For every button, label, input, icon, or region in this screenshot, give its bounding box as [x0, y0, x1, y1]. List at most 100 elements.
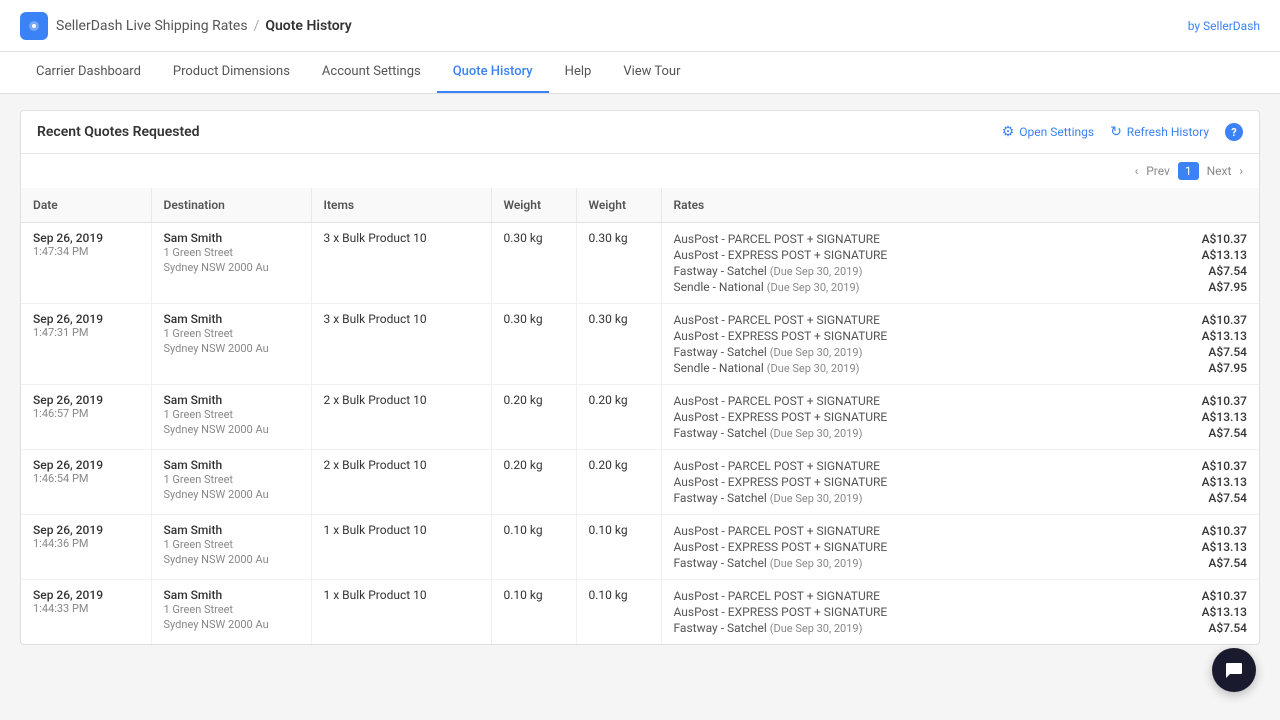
rate-due: (Due Sep 30, 2019): [770, 492, 863, 505]
app-name: SellerDash Live Shipping Rates: [56, 18, 248, 34]
cell-destination: Sam Smith1 Green StreetSydney NSW 2000 A…: [151, 450, 311, 515]
pagination: ‹ Prev 1 Next ›: [21, 154, 1259, 188]
date-value: Sep 26, 2019: [33, 231, 139, 245]
card-actions: ⚙ Open Settings ↻ Refresh History ?: [1002, 123, 1243, 141]
rate-name: Fastway - Satchel (Due Sep 30, 2019): [674, 264, 863, 278]
nav-product-dimensions[interactable]: Product Dimensions: [157, 52, 306, 93]
cell-date: Sep 26, 20191:47:31 PM: [21, 304, 151, 385]
date-value: Sep 26, 2019: [33, 458, 139, 472]
rate-line: AusPost - EXPRESS POST + SIGNATUREA$13.1…: [674, 328, 1248, 344]
rate-name: AusPost - EXPRESS POST + SIGNATURE: [674, 605, 888, 619]
dest-address: 1 Green StreetSydney NSW 2000 Au: [164, 537, 299, 568]
rate-line: AusPost - EXPRESS POST + SIGNATUREA$13.1…: [674, 409, 1248, 425]
rate-due: (Due Sep 30, 2019): [770, 346, 863, 359]
rate-price: A$10.37: [1187, 313, 1247, 327]
rate-price: A$7.95: [1187, 361, 1247, 375]
nav: Carrier Dashboard Product Dimensions Acc…: [0, 52, 1280, 94]
table-row: Sep 26, 20191:44:33 PMSam Smith1 Green S…: [21, 580, 1259, 645]
rate-name: AusPost - PARCEL POST + SIGNATURE: [674, 394, 880, 408]
cell-items: 3 x Bulk Product 10: [311, 223, 491, 304]
cell-weight: 0.20 kg: [576, 450, 661, 515]
table-row: Sep 26, 20191:47:31 PMSam Smith1 Green S…: [21, 304, 1259, 385]
refresh-icon: ↻: [1110, 124, 1122, 140]
help-button[interactable]: ?: [1225, 123, 1243, 141]
card-title: Recent Quotes Requested: [37, 124, 200, 140]
cell-destination: Sam Smith1 Green StreetSydney NSW 2000 A…: [151, 385, 311, 450]
nav-carrier-dashboard[interactable]: Carrier Dashboard: [20, 52, 157, 93]
cell-rates: AusPost - PARCEL POST + SIGNATUREA$10.37…: [661, 515, 1259, 580]
time-value: 1:47:31 PM: [33, 326, 139, 339]
rate-line: AusPost - EXPRESS POST + SIGNATUREA$13.1…: [674, 474, 1248, 490]
rate-price: A$7.54: [1187, 426, 1247, 440]
rate-price: A$7.54: [1187, 556, 1247, 570]
dest-name: Sam Smith: [164, 231, 299, 245]
cell-items: 2 x Bulk Product 10: [311, 450, 491, 515]
time-value: 1:47:34 PM: [33, 245, 139, 258]
cell-items: 3 x Bulk Product 10: [311, 304, 491, 385]
nav-quote-history[interactable]: Quote History: [437, 52, 549, 93]
next-label[interactable]: Next: [1207, 164, 1232, 178]
prev-button[interactable]: ‹: [1135, 164, 1139, 178]
rate-due: (Due Sep 30, 2019): [767, 362, 860, 375]
cell-date: Sep 26, 20191:46:57 PM: [21, 385, 151, 450]
rate-price: A$13.13: [1187, 248, 1247, 262]
rate-name: AusPost - EXPRESS POST + SIGNATURE: [674, 410, 888, 424]
rate-line: Fastway - Satchel (Due Sep 30, 2019) A$7.…: [674, 425, 1248, 441]
table-row: Sep 26, 20191:46:54 PM Sam Smith1 Green S…: [21, 450, 1259, 515]
header-left: SellerDash Live Shipping Rates / Quote H…: [20, 12, 352, 40]
next-button[interactable]: ›: [1239, 164, 1243, 178]
cell-date: Sep 26, 20191:47:34 PM: [21, 223, 151, 304]
breadcrumb-separator: /: [254, 18, 260, 34]
cell-date: Sep 26, 20191:44:36 PM: [21, 515, 151, 580]
rate-line: AusPost - PARCEL POST + SIGNATUREA$10.37: [674, 523, 1248, 539]
refresh-history-button[interactable]: ↻ Refresh History: [1110, 124, 1209, 140]
rate-line: AusPost - PARCEL POST + SIGNATUREA$10.37: [674, 231, 1248, 247]
rate-line: Fastway - Satchel (Due Sep 30, 2019)A$7.…: [674, 344, 1248, 360]
cell-rates: AusPost - PARCEL POST + SIGNATUREA$10.37…: [661, 223, 1259, 304]
date-value: Sep 26, 2019: [33, 393, 139, 407]
rate-price: A$10.37: [1187, 524, 1247, 538]
col-header-date: Date: [21, 188, 151, 223]
rate-line: AusPost - EXPRESS POST + SIGNATURE A$13.1…: [674, 604, 1248, 620]
rate-name: Fastway - Satchel (Due Sep 30, 2019): [674, 491, 863, 505]
nav-account-settings[interactable]: Account Settings: [306, 52, 437, 93]
rate-name: AusPost - EXPRESS POST + SIGNATURE: [674, 248, 888, 262]
rate-price: A$13.13: [1187, 605, 1247, 619]
cell-weight-dim: 0.10 kg: [491, 515, 576, 580]
time-value: 1:46:54 PM: [33, 472, 139, 485]
chat-fab-button[interactable]: [1212, 648, 1256, 692]
table-header-row: Date Destination Items Weight Weight Rat…: [21, 188, 1259, 223]
cell-rates: AusPost - PARCEL POST + SIGNATUREA$10.37…: [661, 304, 1259, 385]
header: SellerDash Live Shipping Rates / Quote H…: [0, 0, 1280, 52]
rate-price: A$7.54: [1187, 491, 1247, 505]
rate-due: (Due Sep 30, 2019): [770, 622, 863, 635]
col-header-items: Items: [311, 188, 491, 223]
rate-name: Fastway - Satchel (Due Sep 30, 2019): [674, 426, 863, 440]
rate-name: Fastway - Satchel (Due Sep 30, 2019): [674, 345, 863, 359]
rate-line: Fastway - Satchel (Due Sep 30, 2019) A$7.…: [674, 263, 1248, 279]
rate-price: A$10.37: [1187, 232, 1247, 246]
rate-name: Fastway - Satchel (Due Sep 30, 2019): [674, 556, 863, 570]
refresh-history-label: Refresh History: [1127, 125, 1209, 139]
dest-name: Sam Smith: [164, 523, 299, 537]
rate-line: AusPost - PARCEL POST + SIGNATUREA$10.37: [674, 588, 1248, 604]
rate-name: AusPost - PARCEL POST + SIGNATURE: [674, 589, 880, 603]
prev-label[interactable]: Prev: [1146, 164, 1170, 178]
header-right: by SellerDash: [1188, 19, 1260, 33]
nav-help[interactable]: Help: [549, 52, 608, 93]
cell-rates: AusPost - PARCEL POST + SIGNATUREA$10.37…: [661, 450, 1259, 515]
rate-price: A$7.54: [1187, 264, 1247, 278]
rate-line: Fastway - Satchel (Due Sep 30, 2019)A$7.…: [674, 620, 1248, 636]
time-value: 1:46:57 PM: [33, 407, 139, 420]
cell-items: 2 x Bulk Product 10: [311, 385, 491, 450]
open-settings-button[interactable]: ⚙ Open Settings: [1002, 124, 1094, 140]
col-header-weight: Weight: [576, 188, 661, 223]
cell-weight: 0.30 kg: [576, 304, 661, 385]
col-header-destination: Destination: [151, 188, 311, 223]
table-row: Sep 26, 20191:44:36 PM Sam Smith1 Green S…: [21, 515, 1259, 580]
table-row: Sep 26, 20191:46:57 PMSam Smith1 Green S…: [21, 385, 1259, 450]
dest-address: 1 Green StreetSydney NSW 2000 Au: [164, 602, 299, 633]
nav-view-tour[interactable]: View Tour: [607, 52, 696, 93]
rate-name: AusPost - EXPRESS POST + SIGNATURE: [674, 540, 888, 554]
logo-icon: [20, 12, 48, 40]
